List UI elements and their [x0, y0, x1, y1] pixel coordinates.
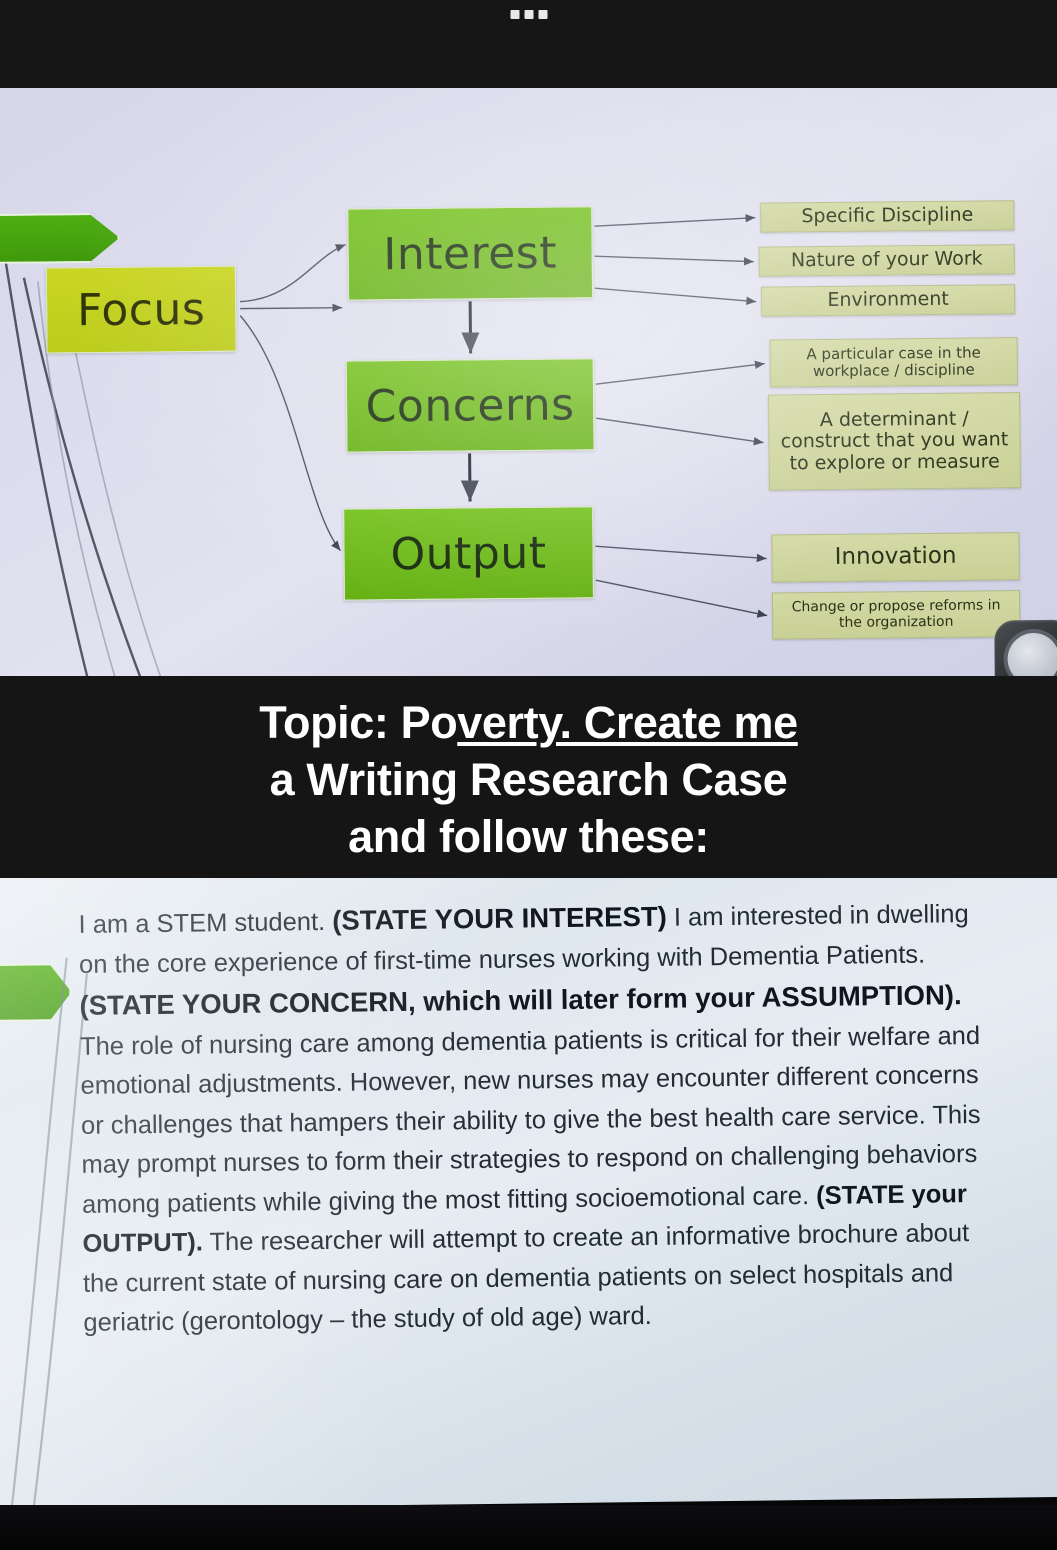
caption-line-1-underlined: verty. Create me: [457, 697, 798, 748]
leaf-change-reforms: Change or propose reforms in the organiz…: [771, 590, 1021, 640]
para-keyword-concern: (STATE YOUR CONCERN, which will later fo…: [79, 979, 962, 1022]
leaf-determinant: A determinant / construct that you want …: [768, 392, 1021, 491]
three-dots-icon[interactable]: [510, 10, 547, 19]
caption-line-1-plain: Topic: Po: [259, 697, 458, 748]
slide-surface: Focus Interest Concerns Output Specific …: [0, 88, 1057, 682]
green-arrow-decoration-bottom: [0, 963, 72, 1023]
document-surface: I am a STEM student. (STATE YOUR INTERES…: [0, 878, 1057, 1510]
document-cables: [10, 957, 88, 1510]
para-segment-4: The researcher will attempt to create an…: [82, 1219, 970, 1338]
leaf-specific-discipline: Specific Discipline: [760, 200, 1015, 233]
leaf-nature-of-work: Nature of your Work: [758, 244, 1015, 277]
caption-line-2: a Writing Research Case: [269, 754, 788, 806]
leaf-innovation: Innovation: [771, 532, 1020, 583]
para-keyword-output: (STATE your OUTPUT).: [82, 1179, 967, 1259]
node-concerns: Concerns: [345, 358, 595, 453]
leaf-particular-case: A particular case in the workplace / dis…: [769, 337, 1018, 388]
research-paragraph: I am a STEM student. (STATE YOUR INTERES…: [78, 892, 995, 1344]
para-segment-2: I am interested in dwelling on the core …: [78, 900, 969, 979]
top-bar: [0, 0, 1057, 92]
caption-overlay: Topic: Poverty. Create me a Writing Rese…: [0, 676, 1057, 884]
bottom-black-band: [0, 1505, 1057, 1550]
node-output: Output: [343, 506, 594, 601]
projected-slide-photo: Focus Interest Concerns Output Specific …: [0, 88, 1057, 682]
camera-lens-icon: [994, 619, 1057, 682]
video-screen: Focus Interest Concerns Output Specific …: [0, 0, 1057, 1550]
para-keyword-interest: (STATE YOUR INTEREST): [332, 900, 667, 936]
caption-line-3: and follow these:: [348, 811, 709, 863]
node-interest: Interest: [347, 206, 594, 301]
document-photo: I am a STEM student. (STATE YOUR INTERES…: [0, 878, 1057, 1518]
para-segment-3: The role of nursing care among dementia …: [79, 1021, 981, 1219]
leaf-environment: Environment: [760, 284, 1016, 317]
node-focus: Focus: [45, 265, 237, 354]
para-segment-1: I am a STEM student.: [78, 907, 333, 939]
caption-line-1: Topic: Poverty. Create me: [259, 694, 798, 751]
